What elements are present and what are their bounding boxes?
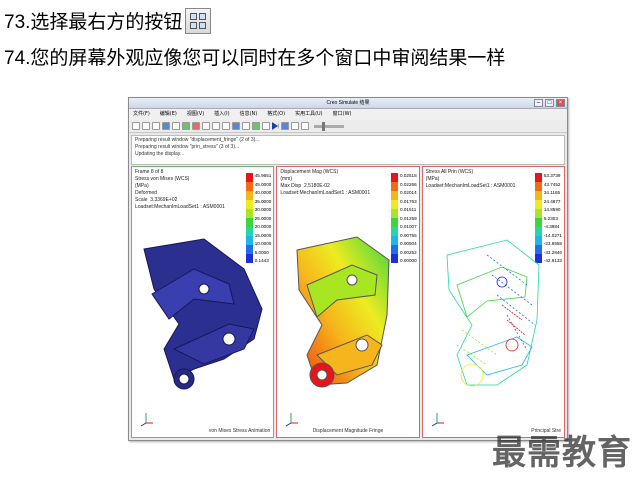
result-pane-stress[interactable]: Frame 8 of 8 Stress von Mises (WCS) (MPa… [131,166,275,438]
legend-value: 53.3739 [543,173,561,178]
legend-value: 35.0000 [254,198,272,204]
result-panes: Frame 8 of 8 Stress von Mises (WCS) (MPa… [131,166,565,438]
step-text: 选择最右方的按钮 [30,11,183,33]
tile-windows-icon[interactable] [252,122,260,130]
copy-icon[interactable] [172,122,180,130]
multi-window-button-icon [185,8,211,34]
message-line: Updating the display... [135,151,185,157]
step-back-icon[interactable] [291,122,299,130]
menu-insert[interactable]: 插入(I) [214,109,229,120]
axis-triad-icon [140,413,153,427]
creo-results-window: Creo Simulate 结果 – □ × 文件(F) 编辑(E) 视图(V)… [128,97,568,441]
delete-icon[interactable] [192,122,200,130]
legend-value: 5.2303 [543,215,558,221]
legend-value: 24.4877 [543,198,561,204]
legend-value: 0.01763 [400,198,417,204]
menu-utilities[interactable]: 实用工具(U) [295,109,323,120]
legend-value: 45.9651 [254,173,272,178]
legend-value: 34.1165 [543,190,561,195]
menu-edit[interactable]: 编辑(E) [160,109,177,120]
axis-triad-icon [431,413,444,427]
save-icon[interactable] [142,122,150,130]
pane-title: von Mises Stress Animation [208,428,271,434]
message-area: Preparing result window "displacement_fr… [131,135,565,165]
step-73: 73.选择最右方的按钮 [4,10,182,35]
window-title: Creo Simulate 结果 [326,100,370,106]
menu-bar: 文件(F) 编辑(E) 视图(V) 插入(I) 信息(N) 格式(O) 实用工具… [129,109,567,120]
settings-icon[interactable] [262,122,270,130]
new-window-icon[interactable] [182,122,190,130]
legend-value: 43.7452 [543,181,561,187]
legend-value: 0.02518 [400,173,417,178]
bracket-model-displacement [296,236,390,388]
result-pane-displacement[interactable]: Displacement Mag (WCS) (mm) Max Disp 2.5… [276,166,420,438]
legend-value: 0.02266 [400,181,417,187]
message-line: Preparing result window "displacement_fr… [135,137,260,143]
legend-value: 0.01511 [400,207,417,212]
zoom-icon[interactable] [212,122,220,130]
menu-view[interactable]: 视图(V) [187,109,204,120]
pane-info: Displacement Mag (WCS) (mm) Max Disp 2.5… [280,169,371,196]
step-number: 73. [4,12,31,33]
stop-icon[interactable] [281,122,289,130]
bracket-model-principal-stress [446,239,540,387]
legend-value: 25.0000 [254,215,272,221]
minimize-button[interactable]: – [534,99,543,107]
close-button[interactable]: × [556,99,565,107]
orient-icon[interactable] [222,122,230,130]
legend-value: 0.02014 [400,190,417,195]
play-icon[interactable] [272,122,279,130]
animation-slider[interactable] [314,121,344,131]
watermark-logo: 最需教育 [492,433,632,473]
edit-icon[interactable] [162,122,170,130]
menu-file[interactable]: 文件(F) [133,109,150,120]
pane-title: Displacement Magnitude Fringe [312,428,384,434]
toolbar [129,120,567,133]
legend-value: 45.0000 [254,181,272,187]
view-icon[interactable] [232,122,240,130]
message-line: Preparing result window "prin_stress" (3… [135,144,240,150]
pane-info: Frame 8 of 8 Stress von Mises (WCS) (MPa… [135,169,225,210]
window-titlebar: Creo Simulate 结果 – □ × [129,98,567,109]
step-text: 您的屏幕外观应像您可以同时在多个窗口中审阅结果一样 [30,47,506,69]
legend-value: 40.0000 [254,190,272,195]
legend-value: 30.0000 [254,207,272,212]
layout-icon[interactable] [242,122,250,130]
step-74: 74.您的屏幕外观应像您可以同时在多个窗口中审阅结果一样 [4,46,505,71]
legend-value: 0.01259 [400,215,417,221]
step-forward-icon[interactable] [301,122,309,130]
maximize-button[interactable]: □ [545,99,554,107]
menu-window[interactable]: 窗口(W) [333,109,352,120]
menu-format[interactable]: 格式(O) [267,109,285,120]
result-pane-principal-stress[interactable]: Stress All Prin (WCS) (MPa) Loadset:Mech… [421,166,565,438]
axis-triad-icon [286,413,299,427]
refresh-icon[interactable] [202,122,210,130]
step-number: 74. [4,48,31,69]
pane-info: Stress All Prin (WCS) (MPa) Loadset:Mech… [425,169,516,189]
open-icon[interactable] [132,122,140,130]
legend-value: 14.8590 [543,207,561,212]
menu-info[interactable]: 信息(N) [240,109,258,120]
print-icon[interactable] [152,122,160,130]
bracket-model-stress [143,238,263,390]
